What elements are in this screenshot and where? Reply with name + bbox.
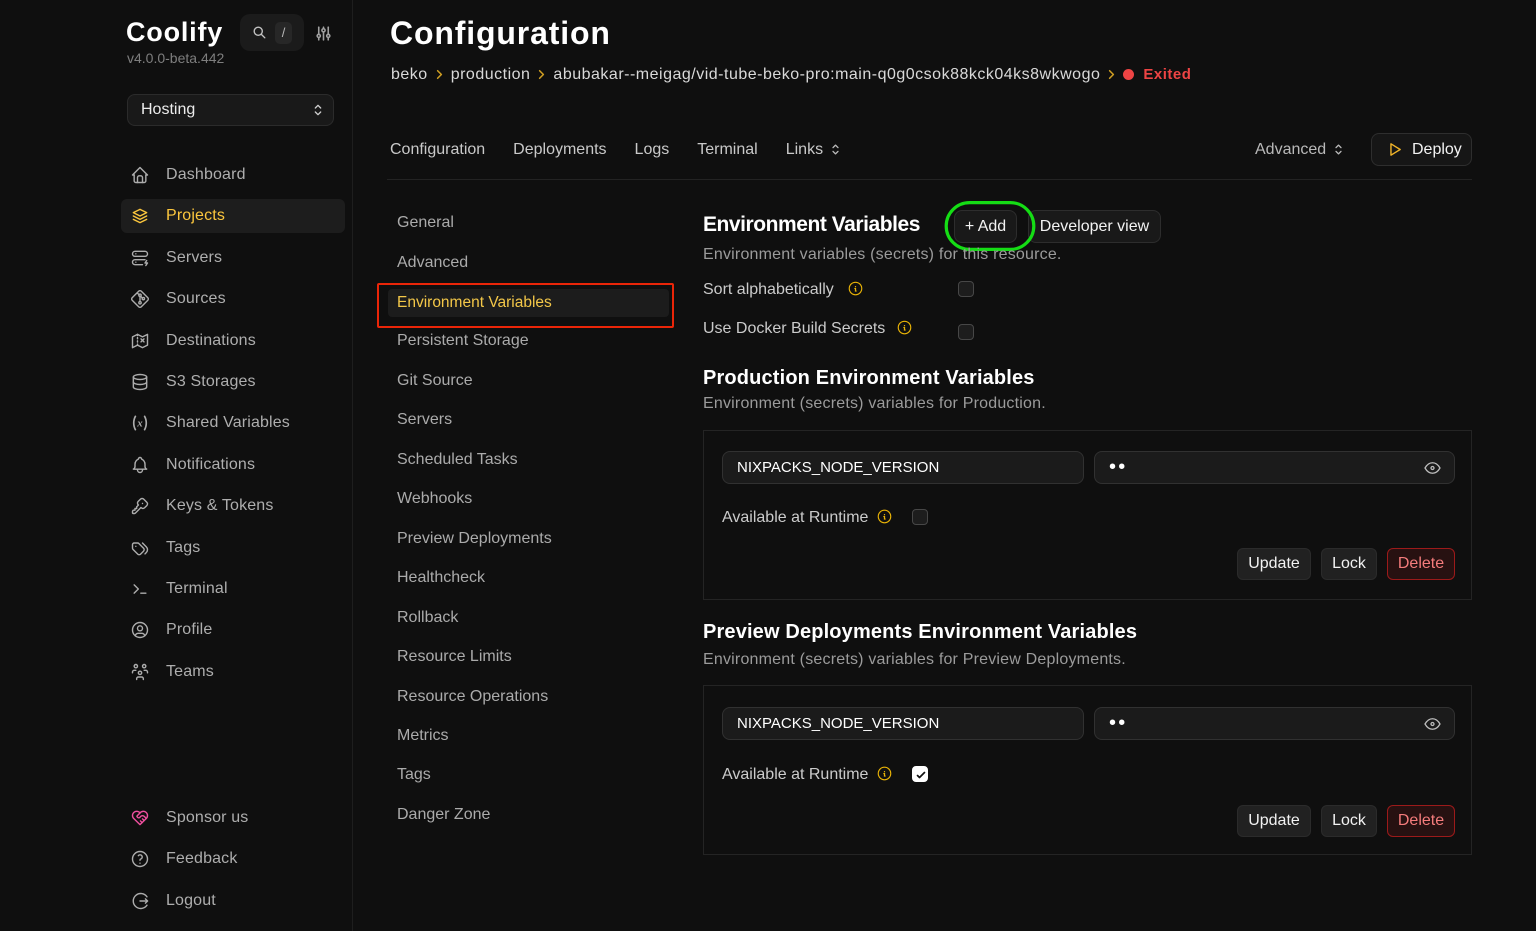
svg-text:x: x	[136, 418, 143, 430]
